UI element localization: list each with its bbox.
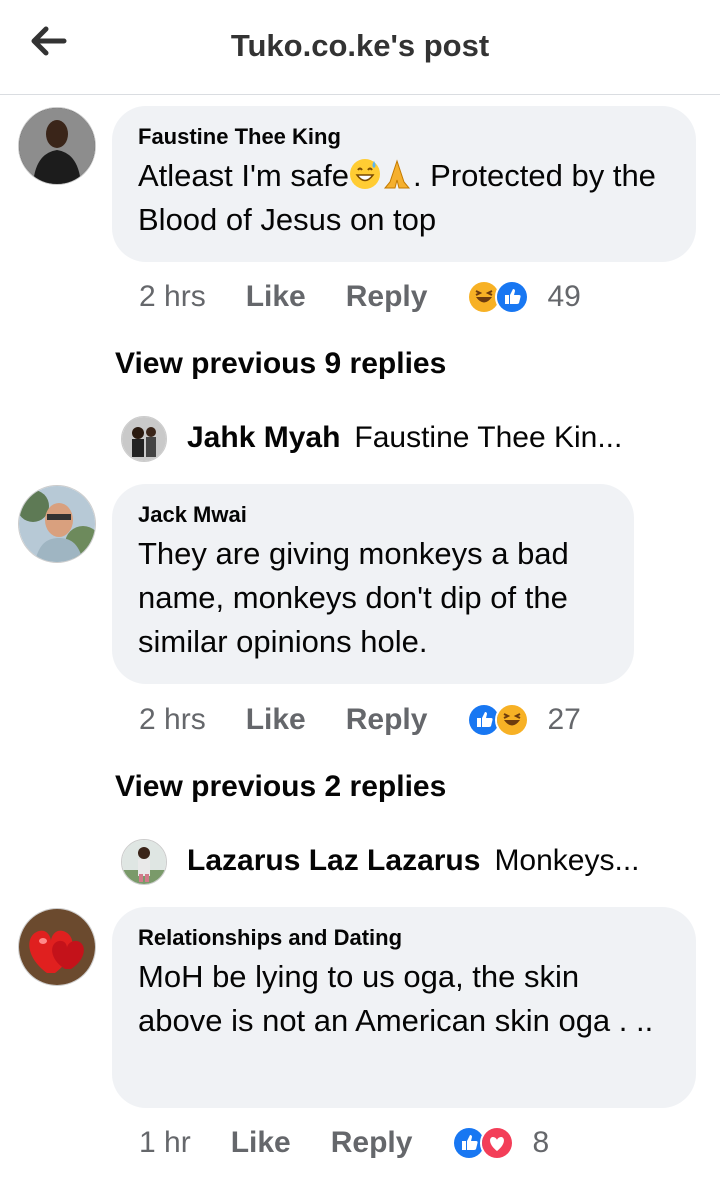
reply-button[interactable]: Reply — [331, 1126, 413, 1160]
like-button[interactable]: Like — [231, 1126, 291, 1160]
page-title: Tuko.co.ke's post — [230, 28, 490, 63]
comment-text: Atleast I'm safe. Protected by the Blood… — [138, 158, 656, 237]
comment-actions: 2 hrs Like Reply 49 — [139, 277, 581, 317]
reaction-count: 27 — [547, 703, 581, 736]
reply-snippet: Monkeys... — [494, 844, 640, 877]
grinning-sweat-emoji-icon — [349, 159, 380, 189]
top-bar: Tuko.co.ke's post — [0, 0, 720, 95]
timestamp[interactable]: 2 hrs — [139, 280, 206, 314]
timestamp[interactable]: 1 hr — [139, 1126, 191, 1160]
love-reaction-icon — [480, 1126, 515, 1160]
avatar — [121, 839, 167, 885]
reaction-count: 49 — [547, 280, 581, 313]
like-button[interactable]: Like — [246, 703, 306, 737]
like-button[interactable]: Like — [246, 280, 306, 314]
comment-author[interactable]: Jack Mwai — [138, 502, 608, 528]
reply-author: Jahk Myah — [187, 421, 341, 454]
like-reaction-icon — [495, 280, 530, 314]
reply-author: Lazarus Laz Lazarus — [187, 844, 481, 877]
comment-bubble: Faustine Thee King Atleast I'm safe. Pro… — [112, 106, 696, 262]
comment-actions: 1 hr Like Reply 8 — [139, 1123, 549, 1163]
comment-bubble: Relationships and Dating MoH be lying to… — [112, 907, 696, 1108]
view-previous-replies-link[interactable]: View previous 9 replies — [115, 347, 446, 381]
reaction-count: 8 — [532, 1126, 550, 1159]
reply-button[interactable]: Reply — [346, 280, 428, 314]
avatar[interactable] — [18, 107, 96, 185]
comment-author[interactable]: Relationships and Dating — [138, 925, 670, 951]
haha-reaction-icon — [495, 703, 530, 737]
avatar[interactable] — [18, 908, 96, 986]
reaction-summary[interactable] — [467, 703, 530, 737]
reply-button[interactable]: Reply — [346, 703, 428, 737]
comment-bubble: Jack Mwai They are giving monkeys a bad … — [112, 484, 634, 684]
reaction-summary[interactable] — [452, 1126, 515, 1160]
reaction-summary[interactable] — [467, 280, 530, 314]
view-previous-replies-link[interactable]: View previous 2 replies — [115, 770, 446, 804]
reply-preview[interactable]: Lazarus Laz Lazarus Monkeys... — [121, 837, 640, 885]
comment-actions: 2 hrs Like Reply 27 — [139, 700, 581, 740]
avatar — [121, 416, 167, 462]
reply-preview[interactable]: Jahk Myah Faustine Thee Kin... — [121, 414, 622, 462]
timestamp[interactable]: 2 hrs — [139, 703, 206, 737]
comment-text: They are giving monkeys a bad name, monk… — [138, 536, 569, 659]
comment-text: MoH be lying to us oga, the skin above i… — [138, 959, 654, 1038]
reply-snippet: Faustine Thee Kin... — [354, 421, 623, 454]
avatar[interactable] — [18, 485, 96, 563]
folded-hands-emoji-icon — [383, 159, 411, 189]
comment-author[interactable]: Faustine Thee King — [138, 124, 670, 150]
